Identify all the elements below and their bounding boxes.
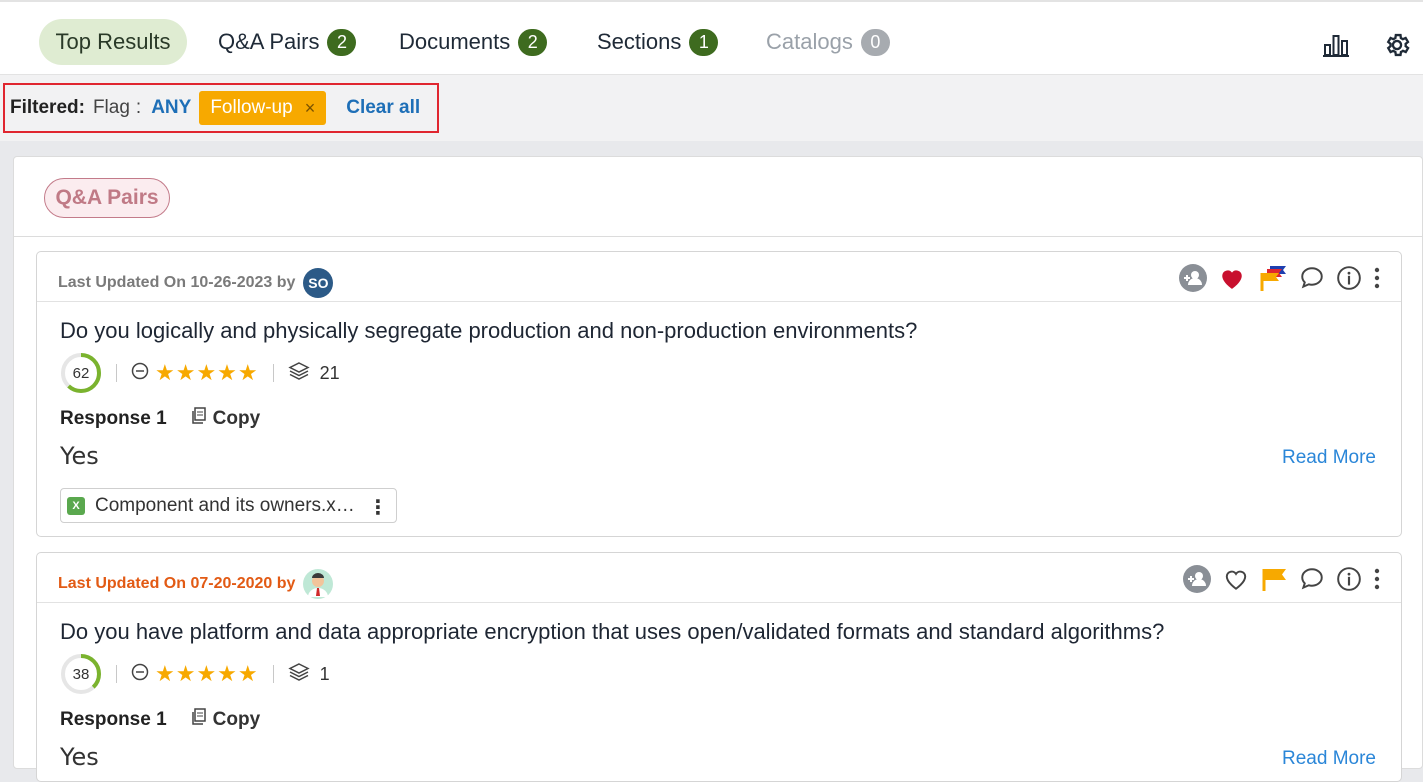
count-badge: 2 bbox=[518, 28, 548, 56]
star-rating[interactable]: ★★★★★ bbox=[155, 661, 259, 687]
avatar[interactable]: SO bbox=[303, 268, 334, 298]
response-label: Response 1 bbox=[60, 709, 167, 730]
excel-icon: X bbox=[67, 496, 85, 515]
multi-flag-icon[interactable] bbox=[1256, 264, 1288, 292]
qa-card: Last Updated On 10-26-2023 by SO Do you … bbox=[36, 251, 1402, 537]
tab-documents[interactable]: Documents 2 bbox=[399, 19, 548, 65]
tab-sections[interactable]: Sections 1 bbox=[597, 19, 719, 65]
chip-label: Follow-up bbox=[210, 97, 293, 118]
layers-icon bbox=[287, 662, 310, 687]
layers-icon bbox=[287, 361, 310, 386]
close-icon[interactable]: × bbox=[305, 98, 316, 119]
score-ring: 62 bbox=[60, 352, 102, 394]
filter-chip-follow-up: Follow-up × bbox=[199, 91, 327, 125]
filtered-label: Filtered: bbox=[10, 97, 85, 118]
minus-circle-icon[interactable] bbox=[131, 663, 149, 686]
info-icon[interactable] bbox=[1336, 566, 1362, 592]
divider bbox=[272, 665, 274, 683]
copy-icon bbox=[191, 407, 207, 431]
minus-circle-icon[interactable] bbox=[131, 362, 149, 385]
filter-bar: Filtered: Flag : ANY Follow-up × Clear a… bbox=[0, 75, 1423, 141]
tab-label: Top Results bbox=[55, 29, 171, 54]
flag-icon[interactable] bbox=[1260, 566, 1288, 592]
score-ring: 38 bbox=[60, 653, 102, 695]
heart-outline-icon[interactable] bbox=[1223, 567, 1249, 591]
card-header: Last Updated On 07-20-2020 by bbox=[37, 553, 1401, 603]
comment-icon[interactable] bbox=[1299, 566, 1325, 592]
count-badge: 2 bbox=[327, 28, 357, 56]
tab-label: Sections bbox=[597, 29, 682, 54]
tab-catalogs[interactable]: Catalogs 0 bbox=[766, 19, 890, 65]
results-tabbar: Top Results Q&A Pairs 2 Documents 2 Sect… bbox=[0, 0, 1423, 75]
active-filters: Filtered: Flag : ANY Follow-up × Clear a… bbox=[3, 83, 439, 133]
tab-label: Documents bbox=[399, 29, 511, 54]
tab-label: Catalogs bbox=[766, 29, 853, 54]
card-header: Last Updated On 10-26-2023 by SO bbox=[37, 252, 1401, 302]
copy-label: Copy bbox=[212, 408, 261, 429]
copy-button[interactable]: Copy bbox=[191, 708, 261, 732]
last-updated: Last Updated On 10-26-2023 by SO bbox=[58, 268, 334, 298]
bar-chart-icon[interactable] bbox=[1321, 30, 1351, 60]
add-user-icon[interactable] bbox=[1182, 564, 1212, 594]
comment-icon[interactable] bbox=[1299, 265, 1325, 291]
tab-label: Q&A Pairs bbox=[218, 29, 320, 54]
score-value: 38 bbox=[72, 665, 90, 683]
card-actions bbox=[1171, 564, 1381, 594]
attachment-name: Component and its owners.x… bbox=[95, 494, 355, 516]
more-options-icon[interactable] bbox=[1373, 267, 1381, 289]
section-label: Q&A Pairs bbox=[44, 178, 170, 218]
read-more-link[interactable]: Read More bbox=[1282, 447, 1376, 469]
response-label: Response 1 bbox=[60, 408, 167, 429]
more-options-icon[interactable]: ⋮ bbox=[368, 495, 388, 520]
read-more-link[interactable]: Read More bbox=[1282, 748, 1376, 770]
divider bbox=[116, 364, 117, 382]
avatar[interactable] bbox=[303, 569, 334, 599]
attachment-chip[interactable]: X Component and its owners.x… ⋮ bbox=[60, 488, 397, 523]
add-user-icon[interactable] bbox=[1178, 263, 1208, 293]
gear-icon[interactable] bbox=[1382, 30, 1412, 60]
question-text[interactable]: Do you logically and physically segregat… bbox=[60, 318, 917, 344]
response-row: Response 1 Copy bbox=[60, 708, 260, 732]
question-text[interactable]: Do you have platform and data appropriat… bbox=[60, 619, 1164, 645]
filter-field: Flag bbox=[92, 97, 130, 118]
divider bbox=[272, 364, 274, 382]
qa-card: Last Updated On 07-20-2020 by Do you hav… bbox=[36, 552, 1402, 782]
tab-top-results[interactable]: Top Results bbox=[39, 19, 187, 65]
last-updated-text: Last Updated On 10-26-2023 by bbox=[58, 274, 296, 291]
copy-label: Copy bbox=[212, 709, 261, 730]
card-meta: 38 ★★★★★ 1 bbox=[60, 653, 330, 695]
card-actions bbox=[1167, 263, 1381, 293]
more-options-icon[interactable] bbox=[1373, 568, 1381, 590]
copy-button[interactable]: Copy bbox=[191, 407, 261, 431]
count-badge: 0 bbox=[860, 28, 890, 56]
count-badge: 1 bbox=[689, 28, 719, 56]
usage-count: 1 bbox=[319, 663, 330, 684]
heart-icon[interactable] bbox=[1219, 266, 1245, 290]
usage-count: 21 bbox=[319, 362, 340, 383]
info-icon[interactable] bbox=[1336, 265, 1362, 291]
answer-text: Yes bbox=[60, 442, 99, 470]
last-updated: Last Updated On 07-20-2020 by bbox=[58, 569, 334, 599]
section-header: Q&A Pairs bbox=[14, 157, 1423, 237]
filter-operator[interactable]: ANY bbox=[151, 97, 191, 119]
filter-colon: : bbox=[135, 97, 142, 118]
card-meta: 62 ★★★★★ 21 bbox=[60, 352, 340, 394]
last-updated-text: Last Updated On 07-20-2020 by bbox=[58, 575, 296, 592]
tab-qa-pairs[interactable]: Q&A Pairs 2 bbox=[218, 19, 357, 65]
divider bbox=[116, 665, 117, 683]
star-rating[interactable]: ★★★★★ bbox=[155, 360, 259, 386]
clear-all-link[interactable]: Clear all bbox=[346, 97, 420, 119]
score-value: 62 bbox=[72, 364, 90, 382]
response-row: Response 1 Copy bbox=[60, 407, 260, 431]
answer-text: Yes bbox=[60, 743, 99, 771]
copy-icon bbox=[191, 708, 207, 732]
